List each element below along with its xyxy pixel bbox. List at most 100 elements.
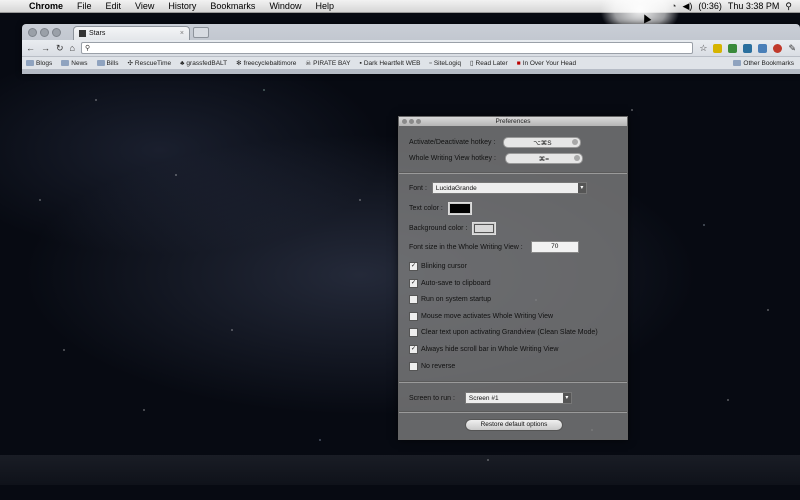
checkbox[interactable]: ✓: [409, 279, 418, 288]
background-color-row: Background color :: [409, 222, 497, 235]
bookmark-item[interactable]: ✻ freecyclebaltimore: [236, 59, 296, 68]
activate-hotkey-field[interactable]: ⌥⌘S: [503, 137, 582, 148]
font-size-label: Font size in the Whole Writing View :: [409, 243, 523, 251]
background-color-swatch: [474, 224, 495, 233]
menu-edit[interactable]: Edit: [99, 0, 129, 12]
checkbox[interactable]: ✓: [409, 345, 418, 354]
dropdown-arrow-icon: ▾: [562, 393, 571, 403]
text-color-well[interactable]: [447, 202, 472, 215]
font-label: Font :: [409, 184, 427, 192]
checkbox[interactable]: ✓: [409, 262, 418, 271]
menu-file[interactable]: File: [70, 0, 99, 12]
preferences-titlebar[interactable]: Preferences: [399, 117, 627, 126]
spotlight-search-icon[interactable]: ⚲: [785, 1, 792, 12]
reload-icon[interactable]: ↻: [56, 43, 64, 54]
menu-view[interactable]: View: [128, 0, 161, 12]
bookmark-label: Read Later: [475, 59, 508, 67]
volume-icon[interactable]: ◀): [682, 1, 692, 12]
text-color-row: Text color :: [409, 202, 472, 215]
star-bookmark-icon[interactable]: ☆: [699, 43, 707, 54]
clear-hotkey-icon[interactable]: [572, 139, 579, 145]
dropdown-arrow-icon: ▾: [577, 183, 586, 193]
minimize-panel-icon[interactable]: [409, 119, 414, 124]
checkbox[interactable]: [409, 295, 418, 304]
bookmark-label: grassfedBALT: [186, 59, 228, 67]
wrench-icon[interactable]: ✎: [788, 43, 796, 54]
option-clean-slate[interactable]: Clear text upon activating Grandview (Cl…: [409, 328, 598, 337]
bookmark-item[interactable]: News: [61, 60, 88, 67]
option-label: Run on system startup: [421, 296, 492, 303]
option-blinking-cursor[interactable]: ✓ Blinking cursor: [409, 262, 467, 271]
folder-icon: [26, 60, 34, 66]
bookmark-label: Dark Heartfelt WEB: [363, 59, 421, 67]
tab-stars[interactable]: Stars ×: [73, 26, 190, 40]
minimize-window-icon[interactable]: [40, 27, 49, 37]
app-menu[interactable]: Chrome: [22, 0, 70, 12]
battery-status[interactable]: (0:36): [698, 1, 722, 11]
whole-view-hotkey-field[interactable]: ⌘=: [504, 153, 583, 164]
option-auto-save[interactable]: ✓ Auto-save to clipboard: [409, 279, 491, 288]
font-select[interactable]: LucidaGrande ▾: [431, 182, 587, 194]
whole-view-hotkey-value: ⌘=: [538, 155, 550, 163]
zoom-panel-icon[interactable]: [416, 119, 421, 124]
forward-icon[interactable]: →: [41, 43, 50, 53]
zoom-window-icon[interactable]: [52, 27, 61, 37]
option-label: Always hide scroll bar in Whole Writing …: [421, 346, 559, 353]
font-select-value: LucidaGrande: [435, 184, 477, 192]
new-tab-button[interactable]: [193, 27, 209, 38]
section-divider: [399, 381, 627, 383]
wifi-icon[interactable]: ◔: [671, 1, 676, 11]
site-icon: ☠: [305, 60, 312, 67]
option-label: Auto-save to clipboard: [421, 280, 491, 287]
preferences-title: Preferences: [495, 118, 531, 125]
extension-icon[interactable]: [758, 43, 768, 53]
checkbox[interactable]: [409, 312, 418, 321]
site-icon: ▫: [429, 59, 432, 67]
menu-bookmarks[interactable]: Bookmarks: [203, 0, 262, 12]
close-panel-icon[interactable]: [402, 119, 407, 124]
menu-window[interactable]: Window: [262, 0, 308, 12]
other-bookmarks[interactable]: Other Bookmarks: [733, 60, 800, 67]
omnibox-input[interactable]: ⚲: [80, 42, 694, 54]
menu-clock[interactable]: Thu 3:38 PM: [728, 1, 780, 11]
option-no-reverse[interactable]: No reverse: [409, 362, 455, 371]
extension-icon[interactable]: [713, 43, 723, 53]
menu-history[interactable]: History: [161, 0, 203, 12]
checkbox[interactable]: [409, 362, 418, 371]
clear-hotkey-icon[interactable]: [573, 155, 580, 161]
bookmark-item[interactable]: ■ In Over Your Head: [517, 60, 576, 67]
font-size-input[interactable]: 70: [530, 241, 579, 253]
bookmark-label: SiteLogiq: [433, 59, 461, 67]
folder-icon: [733, 60, 742, 66]
extension-t-icon[interactable]: [728, 43, 738, 53]
option-mouse-move[interactable]: Mouse move activates Whole Writing View: [409, 312, 553, 321]
option-hide-scrollbar[interactable]: ✓ Always hide scroll bar in Whole Writin…: [409, 345, 558, 354]
page-icon: ▯: [469, 60, 474, 67]
bookmark-item[interactable]: Bills: [96, 60, 118, 67]
folder-icon: [61, 60, 70, 66]
back-icon[interactable]: ←: [26, 43, 35, 53]
extension-icon[interactable]: [773, 43, 783, 53]
font-size-row: Font size in the Whole Writing View : 70: [409, 241, 579, 253]
option-run-on-startup[interactable]: Run on system startup: [409, 295, 491, 304]
bookmark-item[interactable]: ▫ SiteLogiq: [430, 60, 461, 67]
menu-help[interactable]: Help: [308, 0, 341, 12]
bookmark-item[interactable]: Blogs: [26, 60, 52, 67]
extension-icon[interactable]: [743, 43, 753, 53]
browser-window: Stars × ← → ↻ ⌂ ⚲ ☆ ✎ Blogs News Bills ✣…: [22, 24, 800, 74]
home-icon[interactable]: ⌂: [70, 43, 75, 53]
search-icon: ⚲: [84, 45, 91, 52]
bookmark-item[interactable]: ♣ grassfedBALT: [180, 60, 227, 67]
tab-strip: Stars ×: [22, 24, 800, 40]
tab-close-icon[interactable]: ×: [180, 30, 184, 37]
bookmark-item[interactable]: ▪ Dark Heartfelt WEB: [360, 60, 421, 67]
background-color-well[interactable]: [472, 222, 497, 235]
bookmark-item[interactable]: ▯ Read Later: [469, 59, 508, 68]
screen-select[interactable]: Screen #1 ▾: [464, 392, 572, 404]
bookmark-item[interactable]: ☠ PIRATE BAY: [305, 59, 350, 68]
bookmark-item[interactable]: ✣ RescueTime: [127, 59, 171, 68]
close-window-icon[interactable]: [28, 27, 37, 37]
section-divider: [399, 411, 627, 413]
restore-defaults-button[interactable]: Restore default options: [465, 419, 563, 431]
checkbox[interactable]: [409, 328, 418, 337]
